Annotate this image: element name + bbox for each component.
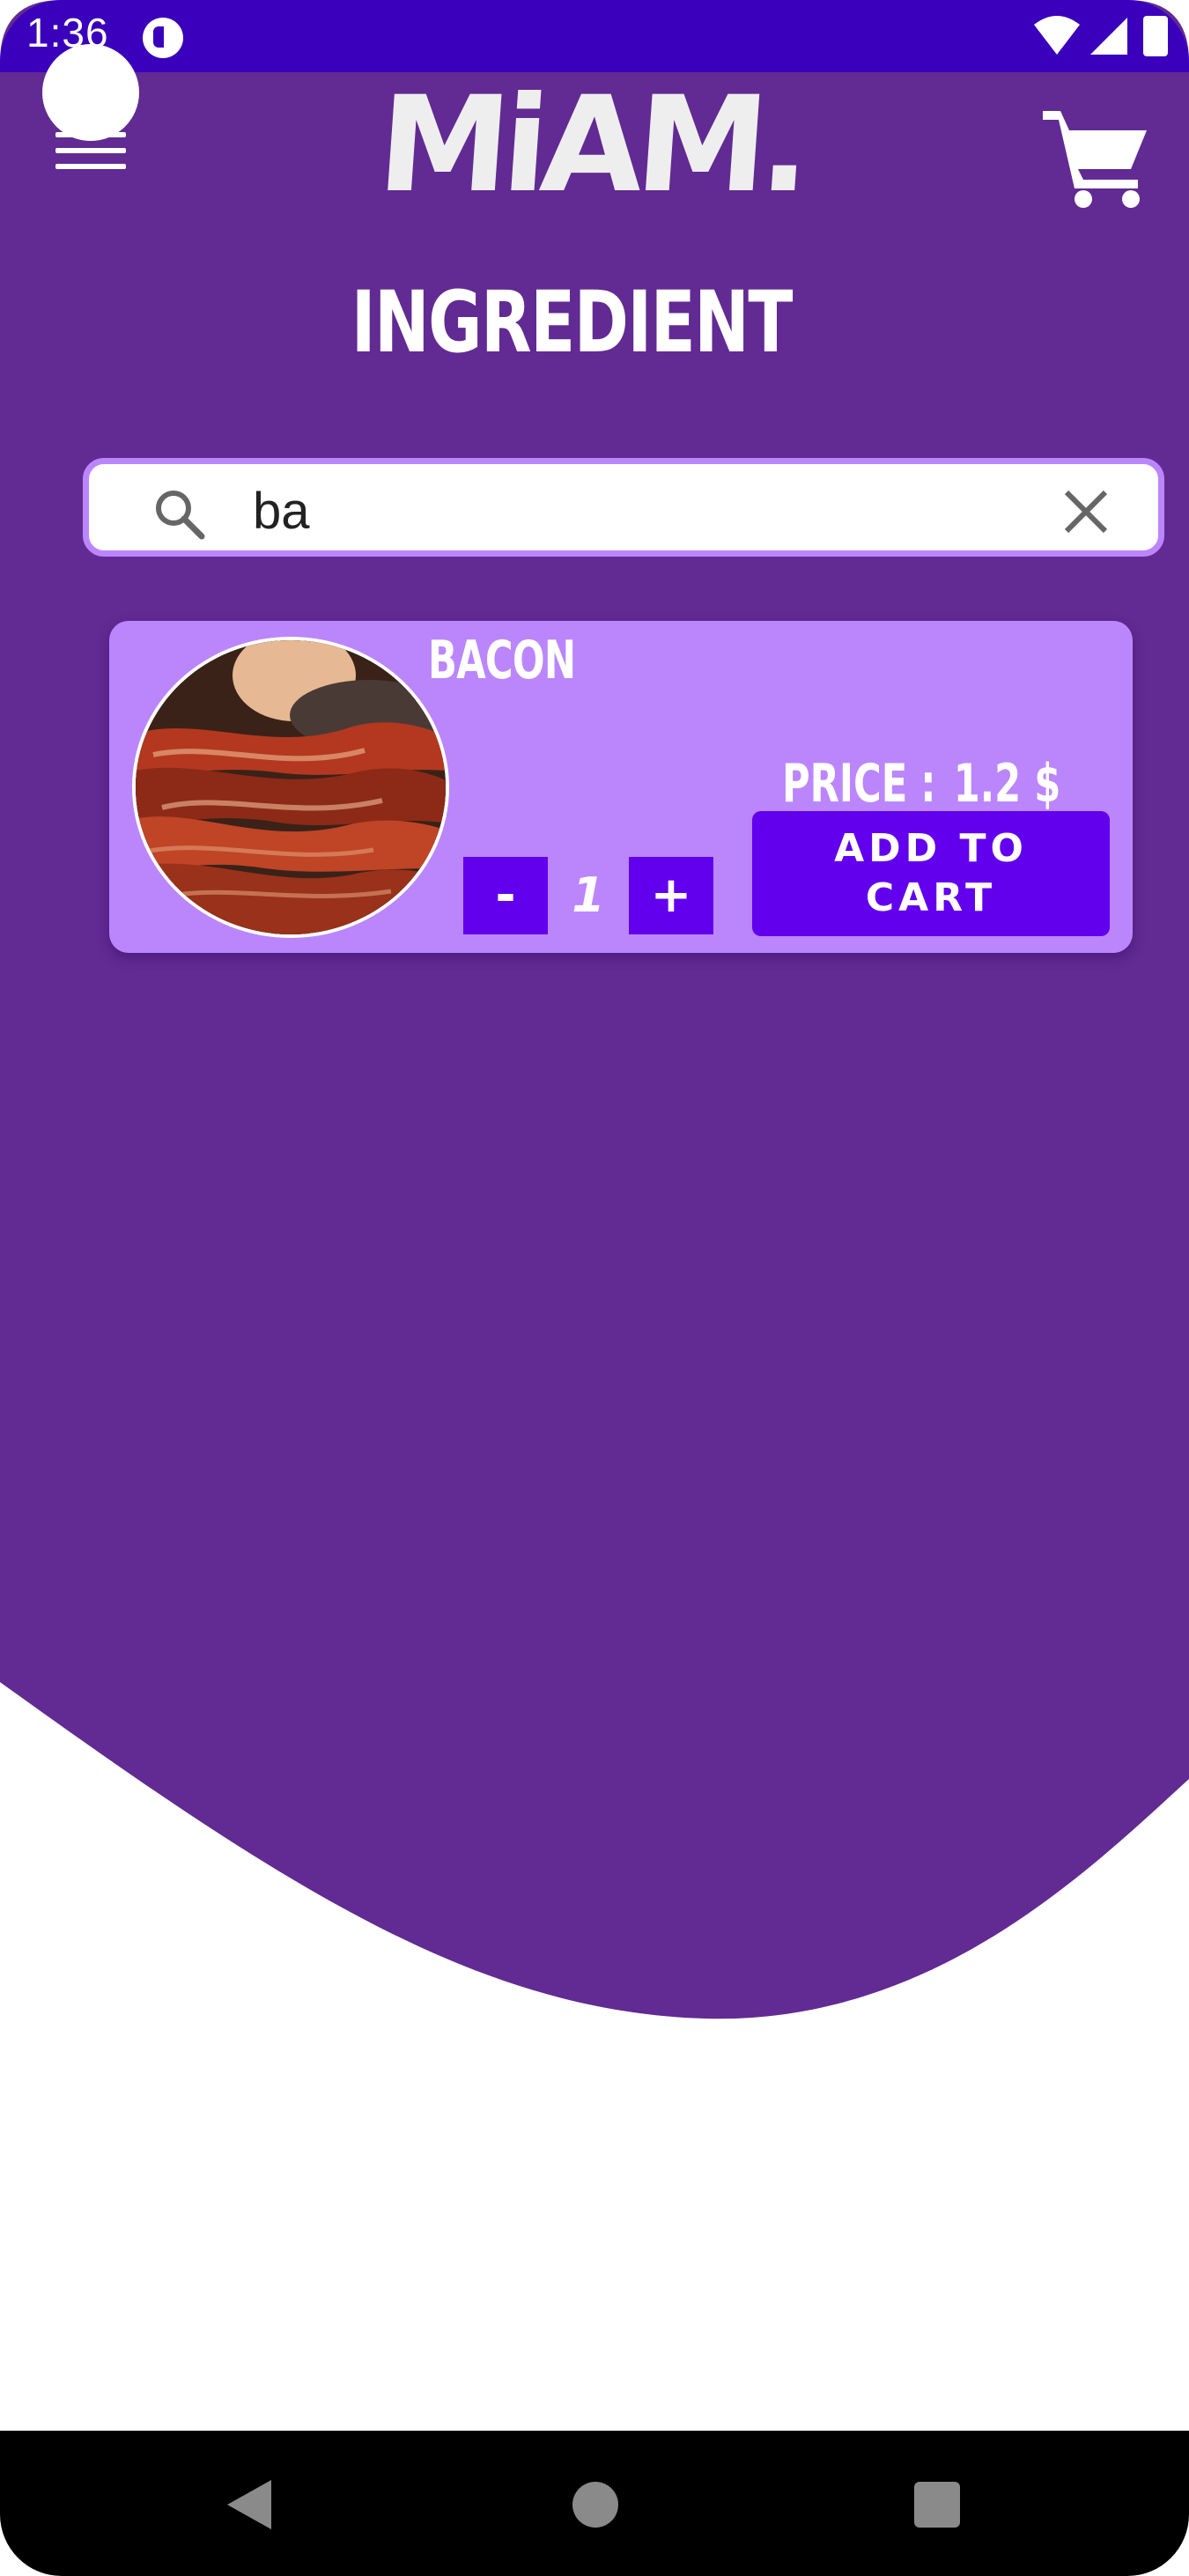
menu-button[interactable]	[42, 44, 139, 194]
price-label: PRICE :	[782, 753, 936, 815]
page-title: INGREDIENT	[351, 273, 794, 372]
notification-icon	[143, 18, 183, 58]
search-input[interactable]	[253, 480, 957, 542]
close-icon[interactable]	[1061, 487, 1111, 536]
recents-icon[interactable]	[914, 2482, 960, 2528]
search-icon[interactable]	[151, 485, 207, 542]
increase-quantity-button[interactable]: +	[629, 857, 713, 934]
product-card[interactable]: BACON PRICE : 1.2 $ - 1 + ADD TO CART	[109, 621, 1133, 953]
battery-icon	[1143, 16, 1168, 56]
product-price: PRICE : 1.2 $	[782, 753, 1078, 815]
decrease-quantity-button[interactable]: -	[463, 857, 548, 934]
menu-touch-indicator	[42, 44, 139, 141]
price-value: 1.2 $	[953, 753, 1061, 815]
search-bar[interactable]	[83, 458, 1164, 557]
signal-icon	[1090, 18, 1127, 55]
app-screen: 1:36 MiAM. INGREDIENT ba BACON PRICE: 1…	[0, 0, 1189, 2576]
system-nav-bar	[0, 2431, 1189, 2576]
home-icon[interactable]	[572, 2482, 618, 2528]
status-icons	[1034, 16, 1168, 56]
quantity-value: 1	[572, 867, 605, 923]
app-logo: MiAM.	[373, 69, 810, 222]
add-to-cart-button[interactable]: ADD TO CART	[752, 811, 1110, 936]
product-name: BACON	[428, 630, 576, 691]
bacon-photo	[136, 640, 446, 934]
shopping-cart-icon[interactable]	[1039, 104, 1154, 210]
wifi-icon	[1034, 16, 1080, 55]
hamburger-menu-icon	[55, 132, 126, 229]
back-icon[interactable]	[222, 2476, 275, 2533]
product-image	[132, 637, 449, 938]
status-bar: 1:36	[0, 0, 1189, 72]
